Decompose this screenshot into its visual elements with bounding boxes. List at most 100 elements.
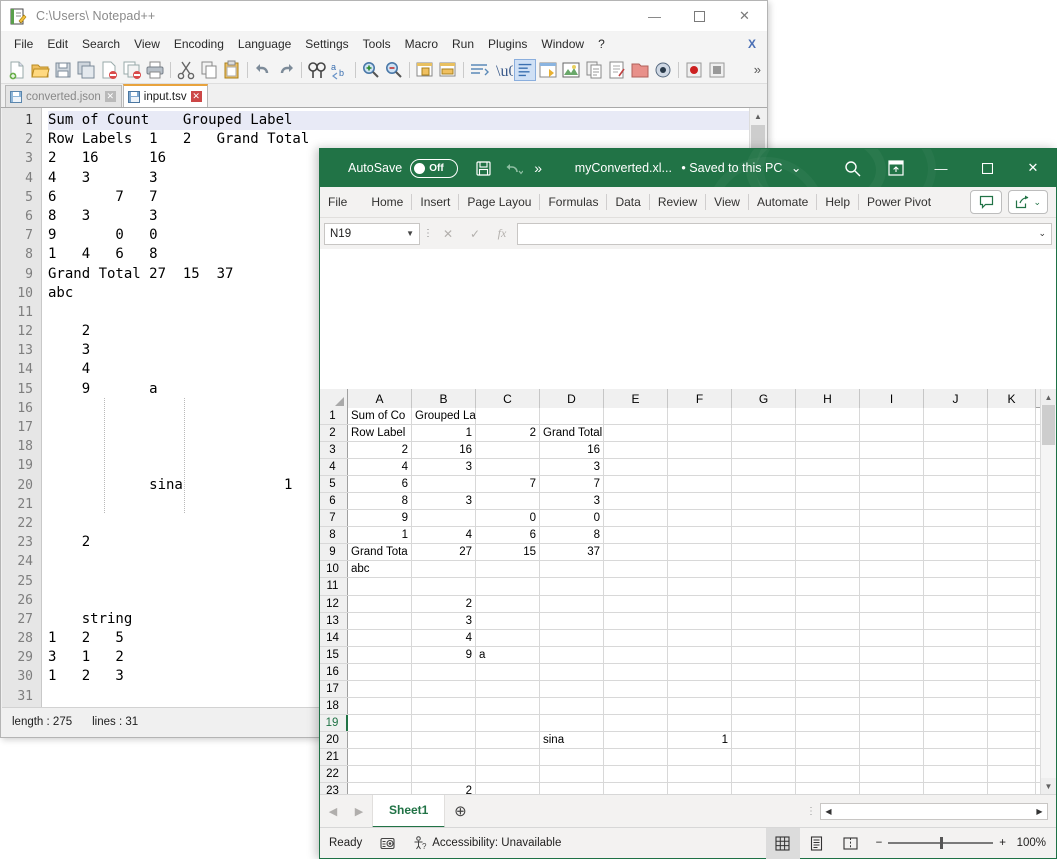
column-header-c[interactable]: C xyxy=(476,389,540,408)
grid-row[interactable]: 56 77 xyxy=(320,476,1056,494)
cell-K14[interactable] xyxy=(988,629,1036,646)
column-header-i[interactable]: I xyxy=(860,389,924,408)
cell-K6[interactable] xyxy=(988,493,1036,510)
grid-row[interactable]: 2 Row Label 1 2 Grand Total xyxy=(320,425,1056,443)
cell-G13[interactable] xyxy=(732,612,796,629)
column-header-a[interactable]: A xyxy=(348,389,412,408)
cell-B5[interactable] xyxy=(412,476,476,493)
cell-E13[interactable] xyxy=(604,612,668,629)
scroll-up-arrow[interactable]: ▲ xyxy=(750,108,766,125)
save-all-icon[interactable] xyxy=(75,59,97,81)
cell-G17[interactable] xyxy=(732,680,796,697)
cell-I8[interactable] xyxy=(860,527,924,544)
row-header-3[interactable]: 3 xyxy=(320,442,348,459)
column-header-e[interactable]: E xyxy=(604,389,668,408)
menu-language[interactable]: Language xyxy=(231,34,298,54)
row-header-6[interactable]: 6 xyxy=(320,493,348,510)
ribbon-tab-data[interactable]: Data xyxy=(607,187,648,218)
cell-I2[interactable] xyxy=(860,425,924,442)
scroll-left-arrow[interactable]: ◀ xyxy=(821,807,836,816)
column-header-b[interactable]: B xyxy=(412,389,476,408)
menu-encoding[interactable]: Encoding xyxy=(167,34,231,54)
save-icon[interactable] xyxy=(52,59,74,81)
cell-H18[interactable] xyxy=(796,697,860,714)
excel-titlebar[interactable]: AutoSave Off » myConverted.xl... • Saved… xyxy=(320,149,1056,187)
excel-grid[interactable]: ABCDEFGHIJK 1 Sum of Co Grouped Label 2 Row … xyxy=(320,389,1056,794)
cell-K5[interactable] xyxy=(988,476,1036,493)
cell-C17[interactable] xyxy=(476,680,540,697)
cell-E23[interactable] xyxy=(604,783,668,794)
cell-H3[interactable] xyxy=(796,442,860,459)
stop-macro-icon[interactable] xyxy=(706,59,728,81)
cell-I16[interactable] xyxy=(860,663,924,680)
cell-B17[interactable] xyxy=(412,680,476,697)
cell-E1[interactable] xyxy=(604,408,668,425)
cell-F14[interactable] xyxy=(668,629,732,646)
page-layout-view-icon[interactable] xyxy=(800,828,834,859)
cell-B16[interactable] xyxy=(412,663,476,680)
cell-G19[interactable] xyxy=(732,714,796,731)
cell-H4[interactable] xyxy=(796,459,860,476)
cell-C1[interactable] xyxy=(476,408,540,425)
cell-A13[interactable] xyxy=(348,612,412,629)
row-header-1[interactable]: 1 xyxy=(320,408,348,425)
undo-icon[interactable] xyxy=(498,153,528,183)
row-header-16[interactable]: 16 xyxy=(320,663,348,680)
cell-F10[interactable] xyxy=(668,561,732,578)
cell-G9[interactable] xyxy=(732,544,796,561)
cell-F23[interactable] xyxy=(668,783,732,794)
cell-B19[interactable] xyxy=(412,714,476,731)
cell-H9[interactable] xyxy=(796,544,860,561)
cell-D21[interactable] xyxy=(540,748,604,765)
row-header-17[interactable]: 17 xyxy=(320,680,348,697)
cell-D12[interactable] xyxy=(540,595,604,612)
cell-J11[interactable] xyxy=(924,578,988,595)
cell-C19[interactable] xyxy=(476,714,540,731)
grid-row[interactable]: 13 3 xyxy=(320,612,1056,630)
zoom-in-button[interactable]: + xyxy=(999,837,1006,849)
cell-I19[interactable] xyxy=(860,714,924,731)
cell-E3[interactable] xyxy=(604,442,668,459)
cell-G1[interactable] xyxy=(732,408,796,425)
search-icon[interactable] xyxy=(830,153,874,183)
expand-formula-bar-icon[interactable]: ⌄ xyxy=(1038,228,1046,239)
cell-B8[interactable]: 4 xyxy=(412,527,476,544)
cell-B23[interactable]: 2 xyxy=(412,783,476,794)
menu-macro[interactable]: Macro xyxy=(398,34,445,54)
cell-D20[interactable]: sina xyxy=(540,731,604,748)
excel-maximize-button[interactable] xyxy=(964,149,1010,187)
select-all-corner[interactable] xyxy=(320,389,348,408)
row-header-20[interactable]: 20 xyxy=(320,731,348,748)
cell-G18[interactable] xyxy=(732,697,796,714)
cell-K8[interactable] xyxy=(988,527,1036,544)
cell-G8[interactable] xyxy=(732,527,796,544)
menu-run[interactable]: Run xyxy=(445,34,481,54)
cell-B10[interactable] xyxy=(412,561,476,578)
cell-J15[interactable] xyxy=(924,646,988,663)
row-header-18[interactable]: 18 xyxy=(320,697,348,714)
row-header-2[interactable]: 2 xyxy=(320,425,348,442)
cell-E2[interactable] xyxy=(604,425,668,442)
new-file-icon[interactable] xyxy=(6,59,28,81)
cell-I18[interactable] xyxy=(860,697,924,714)
ribbon-tab-power-pivot[interactable]: Power Pivot xyxy=(859,187,939,218)
cell-A16[interactable] xyxy=(348,663,412,680)
cell-C18[interactable] xyxy=(476,697,540,714)
cell-I12[interactable] xyxy=(860,595,924,612)
cell-C7[interactable]: 0 xyxy=(476,510,540,527)
cell-F17[interactable] xyxy=(668,680,732,697)
cell-E12[interactable] xyxy=(604,595,668,612)
excel-close-button[interactable]: ✕ xyxy=(1010,149,1056,187)
cell-E22[interactable] xyxy=(604,765,668,783)
grid-rows[interactable]: 1 Sum of Co Grouped Label 2 Row Label 1 2 Grand… xyxy=(320,408,1056,794)
row-header-9[interactable]: 9 xyxy=(320,544,348,561)
tab-input-tsv[interactable]: input.tsv ✕ xyxy=(122,84,208,107)
cell-C13[interactable] xyxy=(476,612,540,629)
row-header-22[interactable]: 22 xyxy=(320,765,348,783)
cell-A23[interactable] xyxy=(348,783,412,794)
cell-H15[interactable] xyxy=(796,646,860,663)
scrollbar-thumb[interactable] xyxy=(1042,405,1055,445)
formula-bar-grip[interactable]: ⋮ xyxy=(423,228,433,238)
column-header-d[interactable]: D xyxy=(540,389,604,408)
cell-A4[interactable]: 4 xyxy=(348,459,412,476)
